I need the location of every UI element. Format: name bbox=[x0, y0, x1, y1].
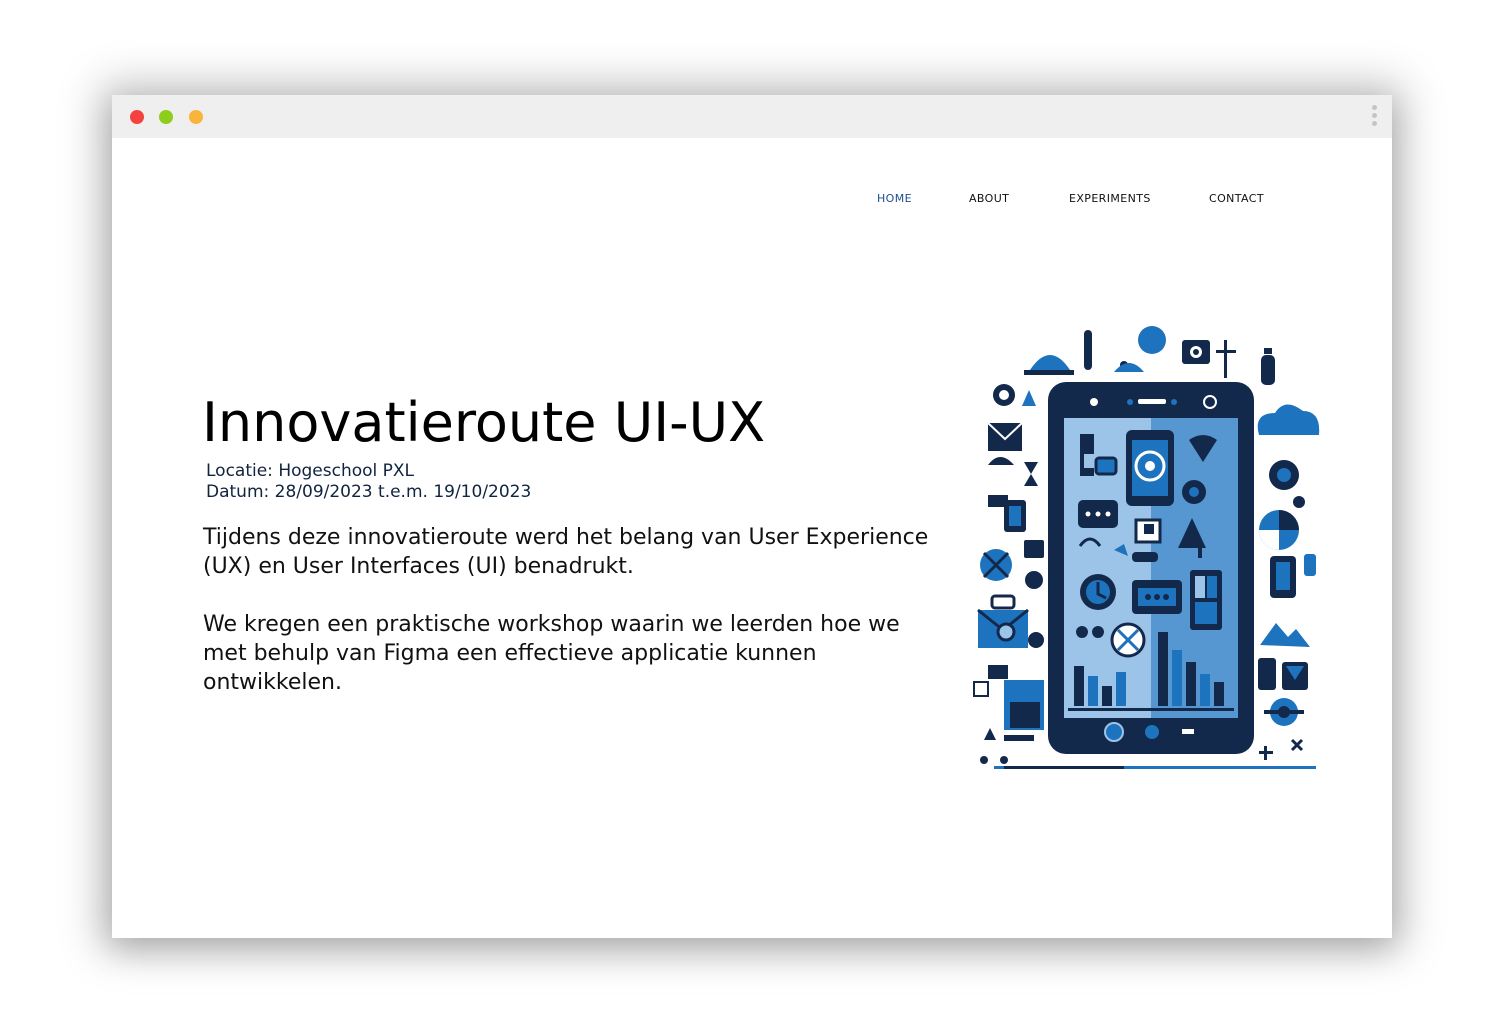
intro-paragraph: Tijdens deze innovatieroute werd het bel… bbox=[203, 525, 929, 579]
smartphone-ui-ux-illustration-icon bbox=[973, 326, 1320, 769]
main-navigation: HOME ABOUT EXPERIMENTS CONTACT bbox=[112, 192, 1392, 208]
minimize-window-button[interactable] bbox=[159, 110, 173, 124]
maximize-window-button[interactable] bbox=[189, 110, 203, 124]
event-meta: Locatie: Hogeschool PXL Datum: 28/09/202… bbox=[206, 461, 531, 503]
browser-titlebar bbox=[112, 95, 1392, 138]
nav-link-contact[interactable]: CONTACT bbox=[1209, 192, 1264, 205]
nav-link-experiments[interactable]: EXPERIMENTS bbox=[1069, 192, 1151, 205]
close-window-button[interactable] bbox=[130, 110, 144, 124]
nav-link-about[interactable]: ABOUT bbox=[969, 192, 1009, 205]
page-title: Innovatieroute UI-UX bbox=[202, 391, 766, 454]
more-options-icon[interactable] bbox=[1370, 105, 1378, 129]
nav-link-home[interactable]: HOME bbox=[877, 192, 912, 205]
event-date: Datum: 28/09/2023 t.e.m. 19/10/2023 bbox=[206, 482, 532, 502]
event-location: Locatie: Hogeschool PXL bbox=[206, 461, 415, 481]
browser-window: HOME ABOUT EXPERIMENTS CONTACT Innovatie… bbox=[112, 95, 1392, 938]
workshop-paragraph: We kregen een praktische workshop waarin… bbox=[203, 612, 900, 695]
page-background: HOME ABOUT EXPERIMENTS CONTACT Innovatie… bbox=[0, 0, 1504, 1018]
